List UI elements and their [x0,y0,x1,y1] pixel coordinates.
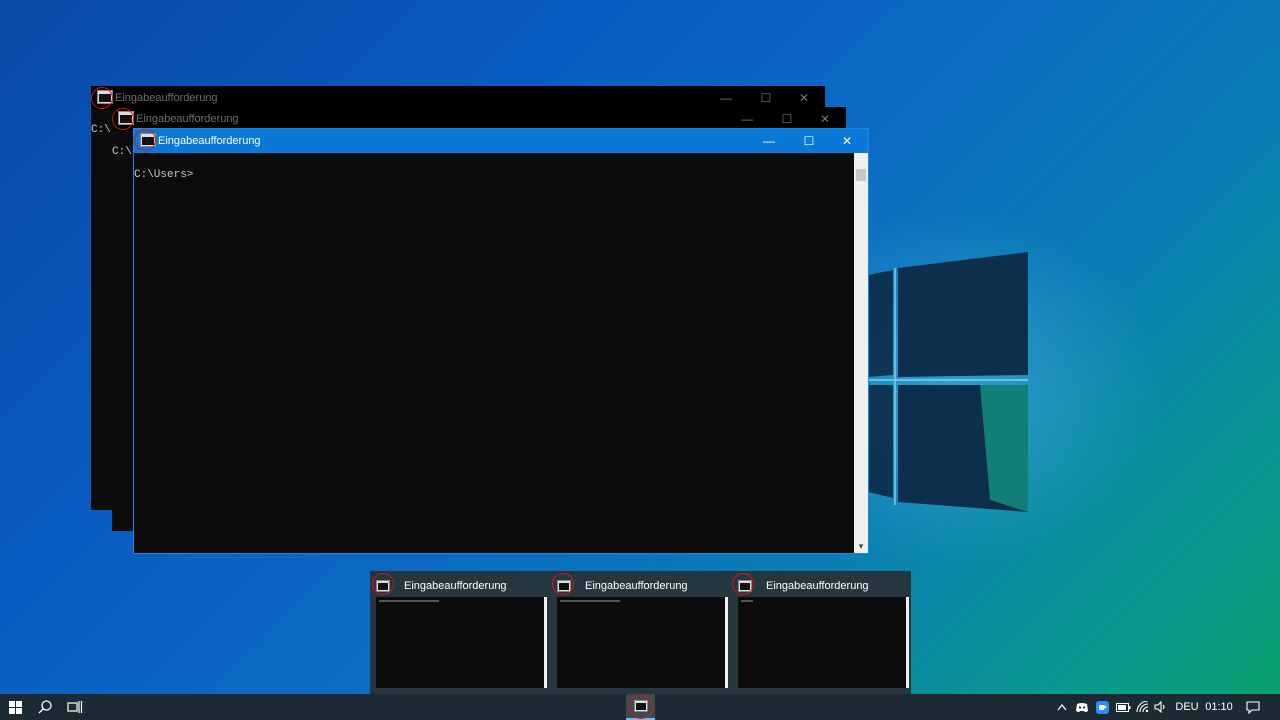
search-icon [38,700,52,714]
console-text: C:\ [91,124,111,136]
maximize-button[interactable]: ☐ [790,129,828,153]
wifi-icon [1136,701,1149,713]
preview-thumbnail[interactable]: Eingabeaufforderung [551,571,731,694]
console-content[interactable]: C:\Users> [134,153,868,553]
input-language-indicator[interactable]: DEU [1173,694,1201,720]
console-icon [140,133,156,147]
start-button[interactable] [0,694,30,720]
speaker-icon [1154,701,1165,713]
taskbar: DEU 01:10 [0,694,1280,720]
console-icon [376,580,390,592]
preview-thumbnail[interactable]: Eingabeaufforderung [370,571,550,694]
battery-tray-button[interactable] [1114,694,1132,720]
discord-tray-button[interactable] [1073,694,1091,720]
taskbar-preview-popup: Eingabeaufforderung Eingabeaufforderung … [370,571,911,694]
scroll-down-arrow-icon[interactable]: ▾ [854,539,868,553]
zoom-icon [1095,700,1109,714]
search-button[interactable] [32,694,58,720]
action-center-button[interactable] [1242,694,1264,720]
taskbar-app-command-prompt[interactable] [626,694,655,720]
preview-title: Eingabeaufforderung [585,580,688,592]
console-text: C:\ [112,146,132,158]
preview-thumbnail[interactable]: Eingabeaufforderung [732,571,912,694]
console-icon [97,90,113,104]
notification-icon [1246,700,1260,714]
task-view-button[interactable] [62,694,88,720]
network-tray-button[interactable] [1134,694,1152,720]
window-title: Eingabeaufforderung [158,135,261,147]
chevron-up-icon [1057,704,1067,711]
task-view-icon [67,701,83,713]
battery-icon [1115,702,1130,712]
preview-image[interactable] [376,597,547,688]
preview-image[interactable] [557,597,728,688]
preview-title: Eingabeaufforderung [766,580,869,592]
preview-title: Eingabeaufforderung [404,580,507,592]
scrollbar-thumb[interactable] [856,169,866,181]
title-bar[interactable]: Eingabeaufforderung — ☐ ✕ [134,129,868,153]
window-title: Eingabeaufforderung [115,92,218,104]
preview-image[interactable] [738,597,909,688]
volume-tray-button[interactable] [1153,694,1169,720]
window-title: Eingabeaufforderung [136,113,239,125]
discord-icon [1076,702,1088,712]
command-prompt-icon [633,700,648,712]
vertical-scrollbar[interactable]: ▾ [854,153,868,553]
minimize-button[interactable]: — [750,129,788,153]
console-icon [118,111,134,125]
clock[interactable]: 01:10 [1202,694,1236,720]
close-button[interactable]: ✕ [828,129,866,153]
console-icon [557,580,571,592]
show-hidden-icons-button[interactable] [1054,694,1070,720]
console-prompt: C:\Users> [134,169,194,181]
windows-start-icon [8,700,22,714]
console-icon [738,580,752,592]
console-window-active[interactable]: Eingabeaufforderung — ☐ ✕ C:\Users> ▾ [133,128,869,554]
zoom-tray-button[interactable] [1094,694,1110,720]
